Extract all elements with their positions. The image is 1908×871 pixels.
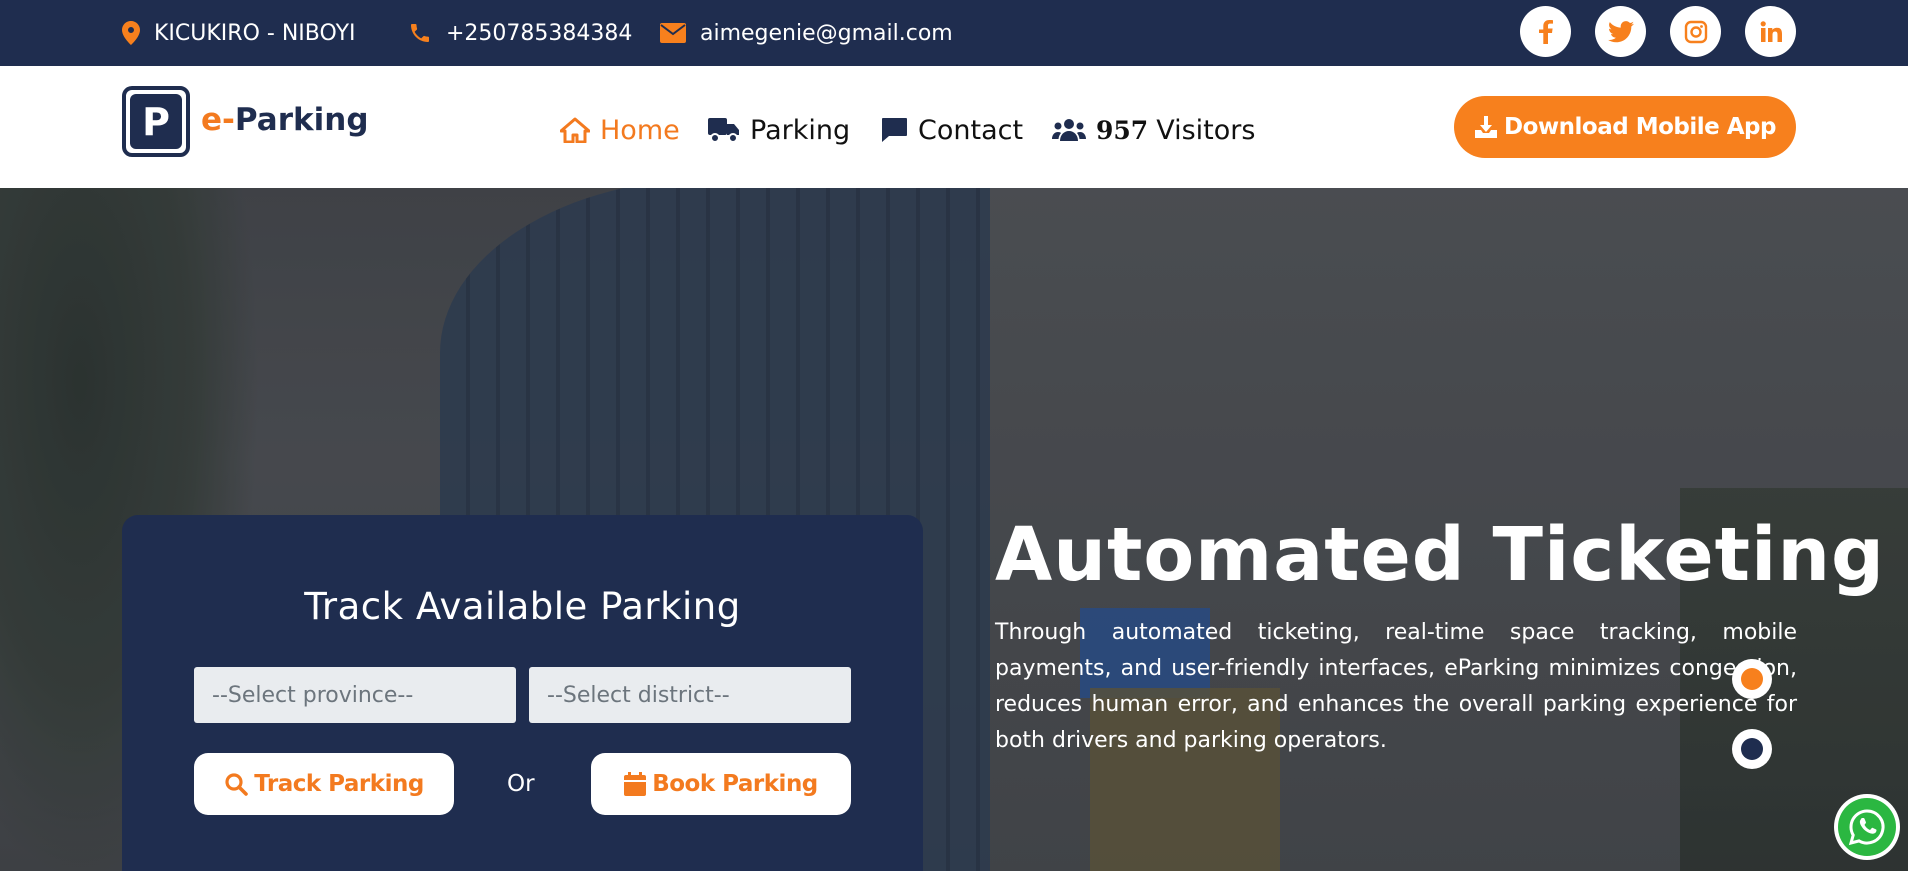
nav-contact-label: Contact (918, 114, 1024, 146)
truck-icon (708, 118, 739, 143)
location-text: KICUKIRO - NIBOYI (154, 20, 356, 46)
linkedin-icon (1760, 20, 1782, 42)
book-parking-button[interactable]: Book Parking (591, 753, 851, 815)
hero-description: Through automated ticketing, real-time s… (995, 620, 1797, 753)
home-icon (560, 117, 590, 143)
search-icon (225, 773, 249, 796)
nav-parking[interactable]: Parking (708, 110, 850, 150)
slider-dot-1[interactable] (1732, 659, 1772, 699)
main-navbar: P e-Parking Home Parking Contact 957 Vis… (0, 66, 1908, 188)
twitter-icon (1607, 20, 1634, 42)
or-separator: Or (507, 771, 535, 797)
province-select[interactable]: --Select province-- (194, 667, 516, 723)
track-parking-card: Track Available Parking --Select provinc… (122, 515, 923, 871)
district-select[interactable]: --Select district-- (529, 667, 851, 723)
track-card-title: Track Available Parking (304, 585, 741, 628)
download-label: Download Mobile App (1504, 114, 1776, 140)
logo-text[interactable]: e-Parking (201, 102, 369, 138)
nav-home[interactable]: Home (560, 110, 680, 150)
logo-letter: P (130, 94, 182, 149)
phone-text: +250785384384 (446, 20, 633, 46)
whatsapp-icon (1848, 809, 1885, 846)
track-parking-button[interactable]: Track Parking (194, 753, 454, 815)
email-text: aimegenie@gmail.com (700, 20, 953, 46)
twitter-link[interactable] (1595, 6, 1646, 57)
nav-visitors: 957 Visitors (1052, 110, 1255, 150)
top-contact-bar: KICUKIRO - NIBOYI +250785384384 aimegeni… (0, 0, 1908, 66)
whatsapp-button[interactable] (1834, 794, 1900, 860)
nav-parking-label: Parking (750, 114, 851, 146)
envelope-icon (660, 23, 686, 43)
track-parking-label: Track Parking (254, 771, 424, 797)
whatsapp-bg (1838, 798, 1896, 856)
book-parking-label: Book Parking (652, 771, 818, 797)
visitors-label: Visitors (1156, 114, 1256, 146)
facebook-link[interactable] (1520, 6, 1571, 57)
comment-icon (882, 118, 907, 142)
instagram-link[interactable] (1670, 6, 1721, 57)
slider-dot-2[interactable] (1732, 729, 1772, 769)
phone-info[interactable]: +250785384384 (408, 0, 632, 66)
nav-contact[interactable]: Contact (880, 110, 1023, 150)
users-icon (1052, 119, 1086, 141)
email-info[interactable]: aimegenie@gmail.com (660, 0, 953, 66)
instagram-icon (1684, 20, 1707, 43)
logo-name: Parking (234, 102, 369, 138)
download-icon (1475, 116, 1498, 138)
linkedin-link[interactable] (1745, 6, 1796, 57)
logo-mark[interactable]: P (122, 86, 190, 157)
facebook-icon (1538, 19, 1553, 44)
logo-prefix: e- (201, 102, 235, 138)
calendar-icon (624, 772, 647, 796)
phone-icon (411, 24, 429, 42)
visitors-count: 957 (1096, 115, 1149, 145)
location-info: KICUKIRO - NIBOYI (122, 0, 356, 66)
hero-title: Automated Ticketing (995, 512, 1886, 598)
map-marker-icon (122, 21, 140, 45)
nav-home-label: Home (600, 114, 680, 146)
download-app-button[interactable]: Download Mobile App (1454, 96, 1796, 158)
